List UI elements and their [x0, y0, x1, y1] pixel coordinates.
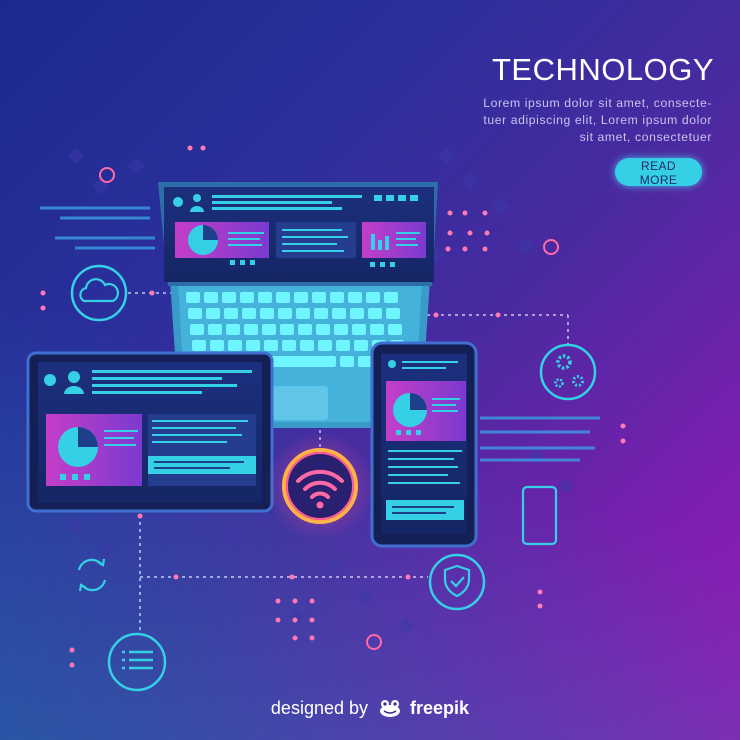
wifi-icon — [265, 431, 375, 541]
phone — [370, 341, 478, 548]
gears-icon — [539, 343, 597, 401]
pie-chart-icon — [188, 225, 218, 255]
cloud-icon — [70, 264, 128, 322]
phone-outline-icon — [521, 485, 558, 546]
description-line: Lorem ipsum dolor sit amet, consecte- — [483, 96, 712, 110]
description-line: tuer adipiscing elit, Lorem ipsum dolor — [483, 113, 712, 127]
description-text: Lorem ipsum dolor sit amet, consecte- tu… — [440, 95, 712, 146]
read-more-button[interactable]: READ MORE — [615, 158, 702, 187]
credit-brand: freepik — [410, 698, 470, 718]
description-line: sit amet, consectetuer — [579, 130, 712, 144]
freepik-logo-icon — [379, 699, 401, 722]
list-icon — [107, 632, 167, 692]
tablet — [26, 351, 274, 513]
designer-credit: designed by freepik — [0, 698, 740, 722]
shield-check-icon — [428, 553, 486, 611]
page-title: TECHNOLOGY — [491, 52, 714, 87]
credit-prefix: designed by — [270, 698, 368, 718]
sync-icon — [77, 558, 107, 592]
poster: TECHNOLOGY Lorem ipsum dolor sit amet, c… — [0, 0, 740, 740]
